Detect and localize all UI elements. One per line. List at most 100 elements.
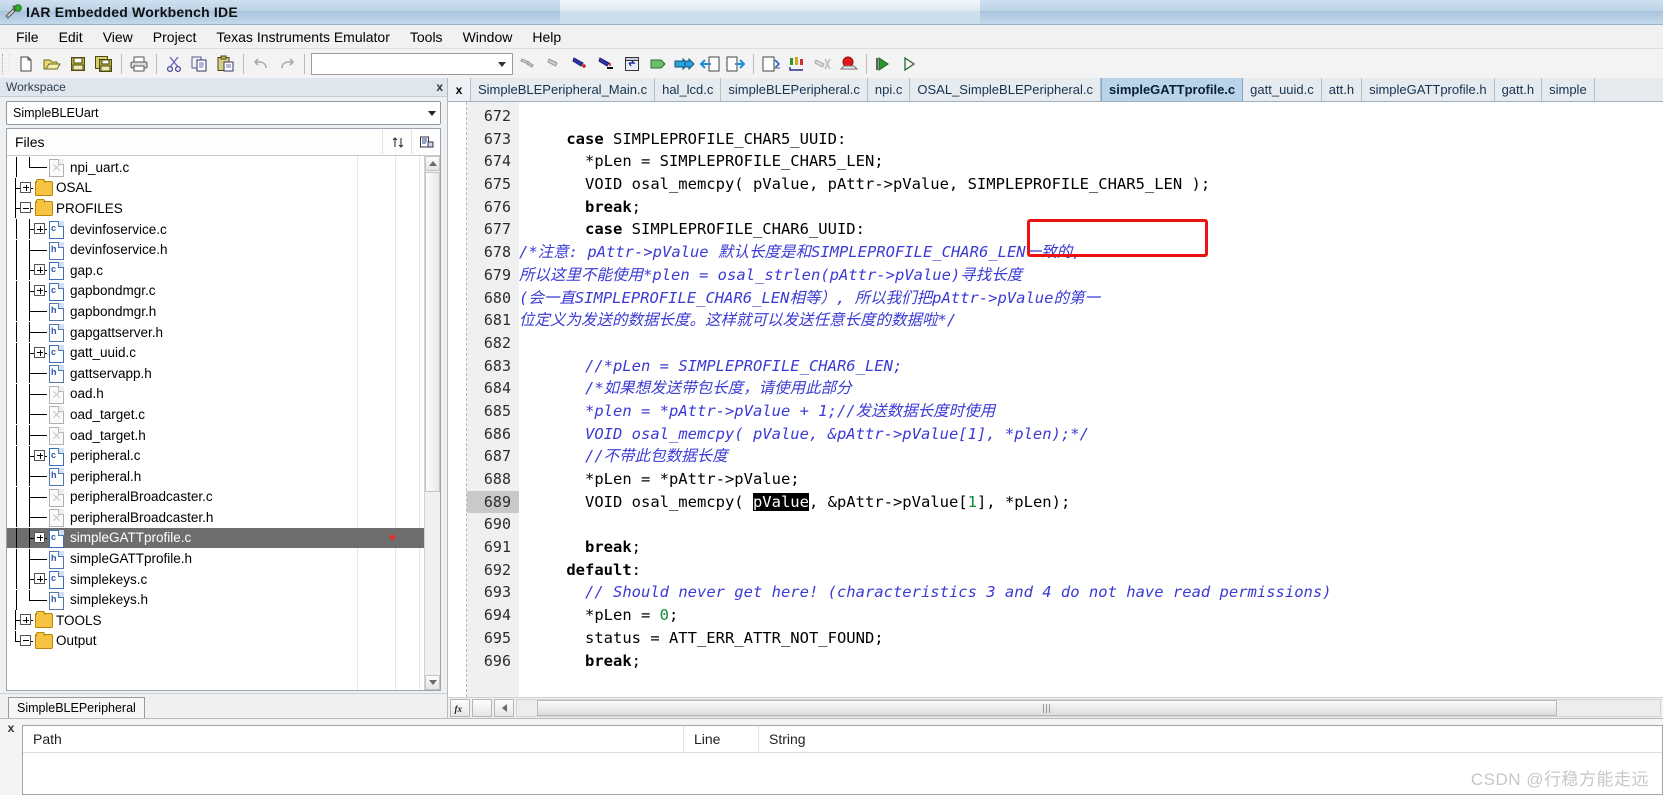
expand-icon[interactable] [34,347,45,358]
menu-item-project[interactable]: Project [143,27,207,47]
toggle-view-button[interactable] [472,699,492,717]
editor-tab-simplegattprofile-h[interactable]: simpleGATTprofile.h [1362,78,1495,101]
new-file-icon[interactable] [13,51,39,77]
disable-breakpoint-icon[interactable] [810,51,836,77]
find-next-icon[interactable] [541,51,567,77]
code-text[interactable]: case SIMPLEPROFILE_CHAR5_UUID: *pLen = S… [519,102,1663,697]
find-panel-close-icon[interactable]: x [0,719,22,795]
debug-icon[interactable] [723,51,749,77]
scroll-up-arrow-icon[interactable] [425,156,440,171]
tree-item[interactable]: npi_uart.c [7,157,440,178]
menu-item-edit[interactable]: Edit [49,27,93,47]
tree-item[interactable]: hsimpleGATTprofile.h [7,548,440,569]
tree-item[interactable]: cgapbondmgr.c [7,281,440,302]
collapse-icon[interactable] [20,635,31,646]
tree-item[interactable]: csimplekeys.c [7,569,440,590]
tree-item[interactable]: hdevinfoservice.h [7,239,440,260]
collapse-icon[interactable] [20,202,31,213]
workspace-close-icon[interactable]: x [436,80,443,94]
tree-item-selected[interactable]: csimpleGATTprofile.c [7,528,440,549]
overview-icon[interactable] [411,130,440,154]
menu-item-view[interactable]: View [93,27,143,47]
horizontal-scroll-thumb[interactable] [537,700,1557,716]
project-tree-body[interactable]: npi_uart.cOSALPROFILEScdevinfoservice.ch… [7,156,440,690]
breakpoint-icon[interactable] [836,51,862,77]
column-header-path[interactable]: Path [23,731,683,747]
go-to-line-icon[interactable] [619,51,645,77]
tree-item[interactable]: cgatt_uuid.c [7,342,440,363]
bookmark-next-icon[interactable] [593,51,619,77]
menu-item-texas-instruments-emulator[interactable]: Texas Instruments Emulator [206,27,400,47]
menu-item-tools[interactable]: Tools [400,27,453,47]
tree-item[interactable]: oad_target.c [7,404,440,425]
editor-tab-npi-c[interactable]: npi.c [868,78,910,101]
menu-item-window[interactable]: Window [453,27,523,47]
editor-close-icon[interactable]: x [448,78,471,101]
scroll-left-arrow-icon[interactable] [494,699,514,717]
expand-icon[interactable] [34,223,45,234]
expand-icon[interactable] [34,573,45,584]
menu-item-file[interactable]: File [6,27,49,47]
tree-item[interactable]: peripheralBroadcaster.c [7,487,440,508]
expand-icon[interactable] [20,614,31,625]
save-icon[interactable] [65,51,91,77]
expand-icon[interactable] [34,264,45,275]
go-icon[interactable] [871,51,897,77]
save-all-icon[interactable] [91,51,117,77]
cut-icon[interactable] [161,51,187,77]
code-fold-strip[interactable] [448,102,467,697]
tree-item[interactable]: hperipheral.h [7,466,440,487]
editor-tab-simplebleperipheral-main-c[interactable]: SimpleBLEPeripheral_Main.c [471,78,655,101]
editor-tab-simplegattprofile-c[interactable]: simpleGATTprofile.c [1101,78,1243,101]
make-icon[interactable] [671,51,697,77]
stop-build-icon[interactable] [697,51,723,77]
expand-icon[interactable] [20,182,31,193]
code-view[interactable]: 6726736746756766776786796806816826836846… [448,102,1663,697]
paste-icon[interactable] [213,51,239,77]
editor-tab-osal-simplebleperipheral-c[interactable]: OSAL_SimpleBLEPeripheral.c [910,78,1101,101]
expand-icon[interactable] [34,285,45,296]
column-header-string[interactable]: String [759,731,1662,747]
toolbar-search-combo[interactable] [311,53,513,75]
workspace-config-combo[interactable]: SimpleBLEUart [6,101,441,125]
find-previous-icon[interactable] [515,51,541,77]
tree-item[interactable]: hgattservapp.h [7,363,440,384]
sort-icon[interactable] [382,130,411,154]
editor-tab-gatt-h[interactable]: gatt.h [1495,78,1543,101]
scroll-down-arrow-icon[interactable] [425,675,440,690]
editor-tab-simple[interactable]: simple [1542,78,1595,101]
expand-icon[interactable] [34,450,45,461]
tree-item[interactable]: oad.h [7,384,440,405]
undo-icon[interactable] [248,51,274,77]
copy-icon[interactable] [187,51,213,77]
editor-tab-hal-lcd-c[interactable]: hal_lcd.c [655,78,721,101]
expand-icon[interactable] [34,532,45,543]
redo-icon[interactable] [274,51,300,77]
menu-item-help[interactable]: Help [522,27,571,47]
bookmark-toggle-icon[interactable] [567,51,593,77]
function-list-icon[interactable]: fx [450,699,470,717]
column-header-line[interactable]: Line [684,731,758,747]
editor-horizontal-scrollbar[interactable]: fx [448,697,1663,718]
next-statement-icon[interactable] [758,51,784,77]
tree-item[interactable]: cdevinfoservice.c [7,219,440,240]
tree-item[interactable]: hgapgattserver.h [7,322,440,343]
tree-item[interactable]: cperipheral.c [7,445,440,466]
tree-item[interactable]: TOOLS [7,610,440,631]
workspace-tab-simplebleperipheral[interactable]: SimpleBLEPeripheral [8,697,145,718]
tree-item[interactable]: oad_target.h [7,425,440,446]
toolbar-grip[interactable] [2,54,10,74]
step-icon[interactable] [897,51,923,77]
editor-tab-simplebleperipheral-c[interactable]: simpleBLEPeripheral.c [721,78,868,101]
tree-item[interactable]: OSAL [7,178,440,199]
horizontal-scroll-track[interactable] [516,699,1661,717]
tree-item[interactable]: hsimplekeys.h [7,589,440,610]
toggle-breakpoint-icon[interactable] [784,51,810,77]
editor-tab-att-h[interactable]: att.h [1322,78,1362,101]
tree-item[interactable]: hgapbondmgr.h [7,301,440,322]
tree-item[interactable]: cgap.c [7,260,440,281]
open-folder-icon[interactable] [39,51,65,77]
tree-scroll-thumb[interactable] [425,172,440,492]
print-icon[interactable] [126,51,152,77]
editor-tab-gatt-uuid-c[interactable]: gatt_uuid.c [1243,78,1322,101]
